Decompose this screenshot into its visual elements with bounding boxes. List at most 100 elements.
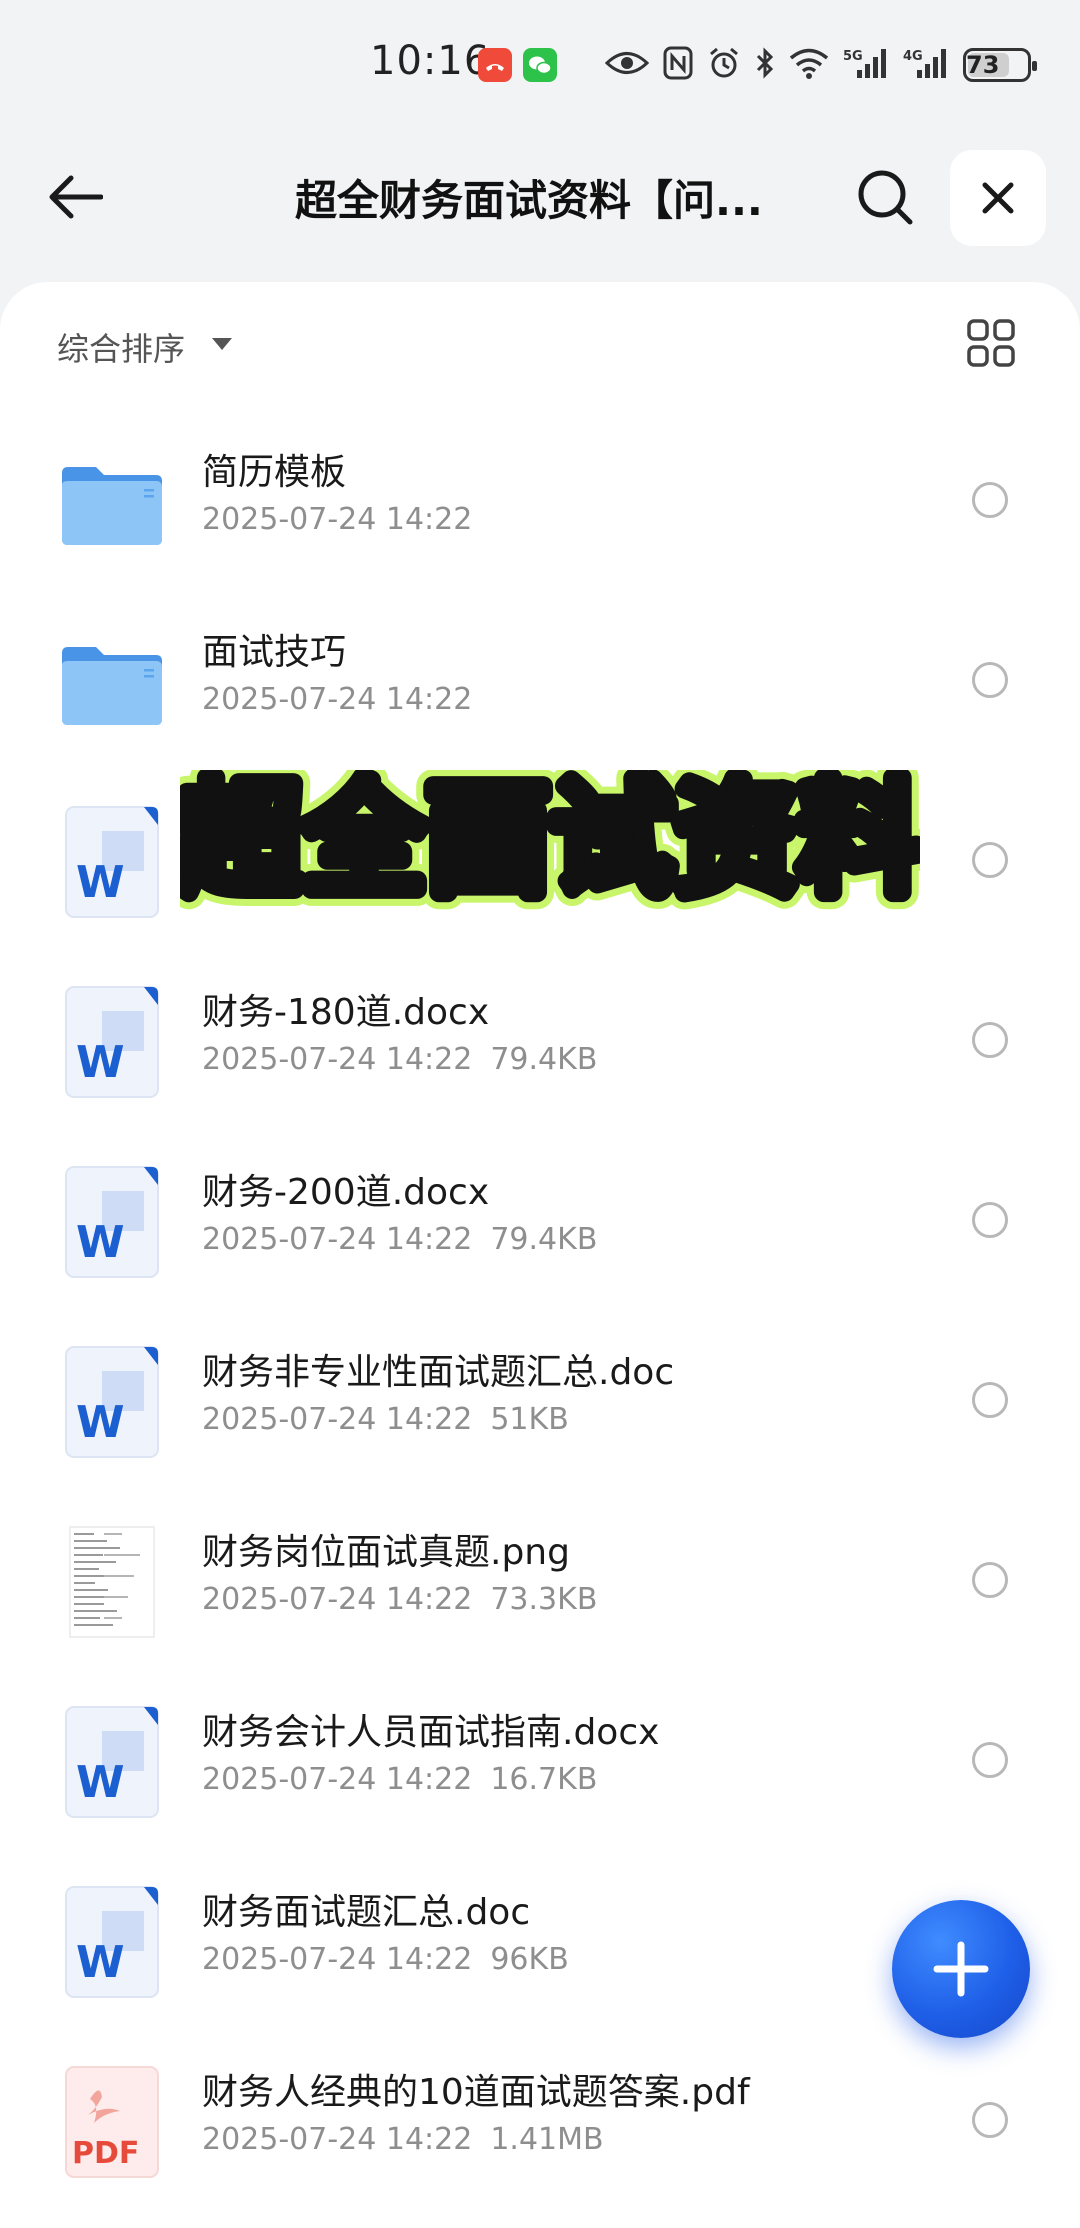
svg-text:W: W xyxy=(76,1217,125,1268)
file-date: 2025-07-24 14:22 xyxy=(202,502,473,537)
word-doc-icon: W xyxy=(60,1165,164,1279)
overlay-banner: 超全面试资料 超全面试资料 超全面试资料 xyxy=(163,753,937,927)
back-button[interactable] xyxy=(40,162,110,232)
select-checkbox[interactable] xyxy=(972,1202,1008,1238)
folder-icon xyxy=(60,625,164,739)
folder-icon xyxy=(60,445,164,559)
select-checkbox[interactable] xyxy=(972,1742,1008,1778)
file-date: 2025-07-24 14:22 xyxy=(202,682,473,717)
close-button[interactable] xyxy=(950,150,1046,246)
file-row[interactable]: W 财务-180道.docx 2025-07-24 14:22 79.4KB xyxy=(0,950,1080,1130)
select-checkbox[interactable] xyxy=(972,482,1008,518)
file-meta: 2025-07-24 14:22 16.7KB xyxy=(202,1762,597,1797)
bluetooth-icon xyxy=(755,46,775,84)
folder-row[interactable]: 简历模板 2025-07-24 14:22 xyxy=(0,410,1080,590)
file-meta: 2025-07-24 14:22 73.3KB xyxy=(202,1582,597,1617)
add-button[interactable] xyxy=(892,1900,1030,2038)
page-title: 超全财务面试资料【问... xyxy=(295,176,763,225)
battery-level: 73 xyxy=(966,51,1000,79)
file-meta: 2025-07-24 14:22 79.4KB xyxy=(202,1222,597,1257)
file-date: 2025-07-24 14:22 xyxy=(202,1402,473,1437)
wechat-notification-icon xyxy=(523,48,557,82)
svg-text:W: W xyxy=(76,1757,125,1808)
file-date: 2025-07-24 14:22 xyxy=(202,1942,473,1977)
search-button[interactable] xyxy=(850,162,920,232)
svg-text:W: W xyxy=(76,857,125,908)
file-size: 1.41MB xyxy=(490,2122,604,2157)
file-row[interactable]: W 财务会计人员面试指南.docx 2025-07-24 14:22 16.7KB xyxy=(0,1670,1080,1850)
sort-toolbar: 综合排序 xyxy=(0,282,1080,410)
status-time: 10:16 xyxy=(370,38,491,84)
select-checkbox[interactable] xyxy=(972,1382,1008,1418)
search-icon xyxy=(858,170,913,225)
svg-text:5G: 5G xyxy=(843,49,863,64)
nfc-icon xyxy=(663,46,693,84)
svg-text:4G: 4G xyxy=(903,49,923,64)
close-icon xyxy=(982,182,1014,214)
wifi-icon xyxy=(789,47,829,83)
sort-dropdown[interactable]: 综合排序 xyxy=(57,324,185,370)
signal-5g-icon: 5G xyxy=(843,46,889,84)
file-meta: 2025-07-24 14:22 79.4KB xyxy=(202,1042,597,1077)
status-icons: 5G 4G 73 xyxy=(604,40,1037,90)
arrow-left-icon xyxy=(49,175,103,219)
file-name: 财务-180道.docx xyxy=(202,992,490,1033)
file-size: 16.7KB xyxy=(490,1762,598,1797)
file-row[interactable]: 财务岗位面试真题.png 2025-07-24 14:22 73.3KB xyxy=(0,1490,1080,1670)
file-size: 79.4KB xyxy=(490,1042,598,1077)
file-meta: 2025-07-24 14:22 1.41MB xyxy=(202,2122,604,2157)
file-date: 2025-07-24 14:22 xyxy=(202,1042,473,1077)
file-size: 51KB xyxy=(490,1402,569,1437)
alarm-icon xyxy=(707,46,741,84)
pdf-icon: PDF xyxy=(60,2065,164,2179)
file-name: 财务人经典的10道面试题答案.pdf xyxy=(202,2072,750,2113)
plus-icon xyxy=(933,1941,989,1997)
word-doc-icon: W xyxy=(60,985,164,1099)
file-name: 面试技巧 xyxy=(202,632,347,673)
file-meta: 2025-07-24 14:22 96KB xyxy=(202,1942,569,1977)
file-date: 2025-07-24 14:22 xyxy=(202,1762,473,1797)
top-bar: 超全财务面试资料【问... xyxy=(0,140,1080,250)
svg-text:W: W xyxy=(76,1037,125,1088)
folder-row[interactable]: 面试技巧 2025-07-24 14:22 xyxy=(0,590,1080,770)
file-name: 财务非专业性面试题汇总.doc xyxy=(202,1352,675,1393)
file-row[interactable]: W 财务-200道.docx 2025-07-24 14:22 79.4KB xyxy=(0,1130,1080,1310)
file-date: 2025-07-24 14:22 xyxy=(202,1222,473,1257)
file-meta: 2025-07-24 14:22 xyxy=(202,682,472,717)
file-meta: 2025-07-24 14:22 51KB xyxy=(202,1402,569,1437)
file-date: 2025-07-24 14:22 xyxy=(202,1582,473,1617)
word-doc-icon: W xyxy=(60,1345,164,1459)
file-size: 79.4KB xyxy=(490,1222,598,1257)
file-size: 96KB xyxy=(490,1942,569,1977)
select-checkbox[interactable] xyxy=(972,2102,1008,2138)
file-name: 财务岗位面试真题.png xyxy=(202,1532,570,1573)
overlay-text: 超全面试资料 xyxy=(180,770,920,910)
svg-text:PDF: PDF xyxy=(72,2136,139,2171)
select-checkbox[interactable] xyxy=(972,842,1008,878)
file-name: 财务面试题汇总.doc xyxy=(202,1892,531,1933)
word-doc-icon: W xyxy=(60,805,164,919)
svg-text:W: W xyxy=(76,1937,125,1988)
caret-down-icon[interactable] xyxy=(212,338,232,350)
file-name: 财务-200道.docx xyxy=(202,1172,490,1213)
file-row[interactable]: W 财务非专业性面试题汇总.doc 2025-07-24 14:22 51KB xyxy=(0,1310,1080,1490)
word-doc-icon: W xyxy=(60,1705,164,1819)
file-date: 2025-07-24 14:22 xyxy=(202,2122,473,2157)
file-meta: 2025-07-24 14:22 xyxy=(202,502,472,537)
image-thumbnail-icon xyxy=(60,1525,164,1639)
grid-view-icon xyxy=(967,319,1015,367)
eye-icon xyxy=(604,48,650,82)
select-checkbox[interactable] xyxy=(972,1562,1008,1598)
file-row[interactable]: PDF 财务人经典的10道面试题答案.pdf 2025-07-24 14:22 1.4… xyxy=(0,2030,1080,2210)
word-doc-icon: W xyxy=(60,1885,164,1999)
svg-text:W: W xyxy=(76,1397,125,1448)
select-checkbox[interactable] xyxy=(972,1022,1008,1058)
grid-view-button[interactable] xyxy=(966,318,1026,378)
status-bar: 10:16 5G 4G 73 xyxy=(0,0,1080,130)
select-checkbox[interactable] xyxy=(972,662,1008,698)
missed-call-notification-icon xyxy=(478,48,512,82)
file-size: 73.3KB xyxy=(490,1582,598,1617)
signal-4g-icon: 4G xyxy=(903,46,949,84)
file-name: 财务会计人员面试指南.docx xyxy=(202,1712,660,1753)
battery-indicator: 73 xyxy=(963,48,1037,82)
